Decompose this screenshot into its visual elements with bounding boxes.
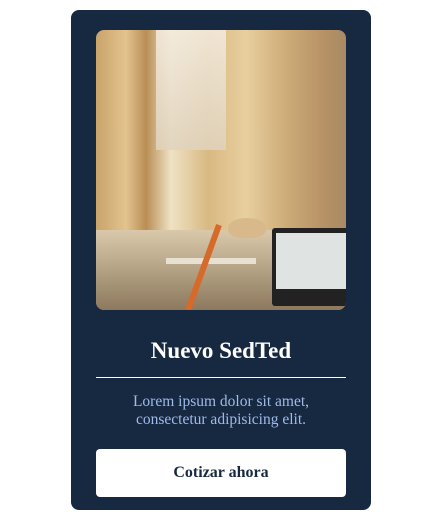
desk-shape xyxy=(166,258,256,264)
quote-button[interactable]: Cotizar ahora xyxy=(96,449,346,497)
card-image xyxy=(96,30,346,310)
lamp-head-shape xyxy=(228,218,266,238)
screen-shape xyxy=(276,233,346,289)
window-shape xyxy=(156,30,226,150)
card-title: Nuevo SedTed xyxy=(150,338,292,363)
divider xyxy=(96,377,346,378)
card-description: Lorem ipsum dolor sit amet, consectetur … xyxy=(132,393,310,428)
product-card: Nuevo SedTed Lorem ipsum dolor sit amet,… xyxy=(71,10,371,510)
